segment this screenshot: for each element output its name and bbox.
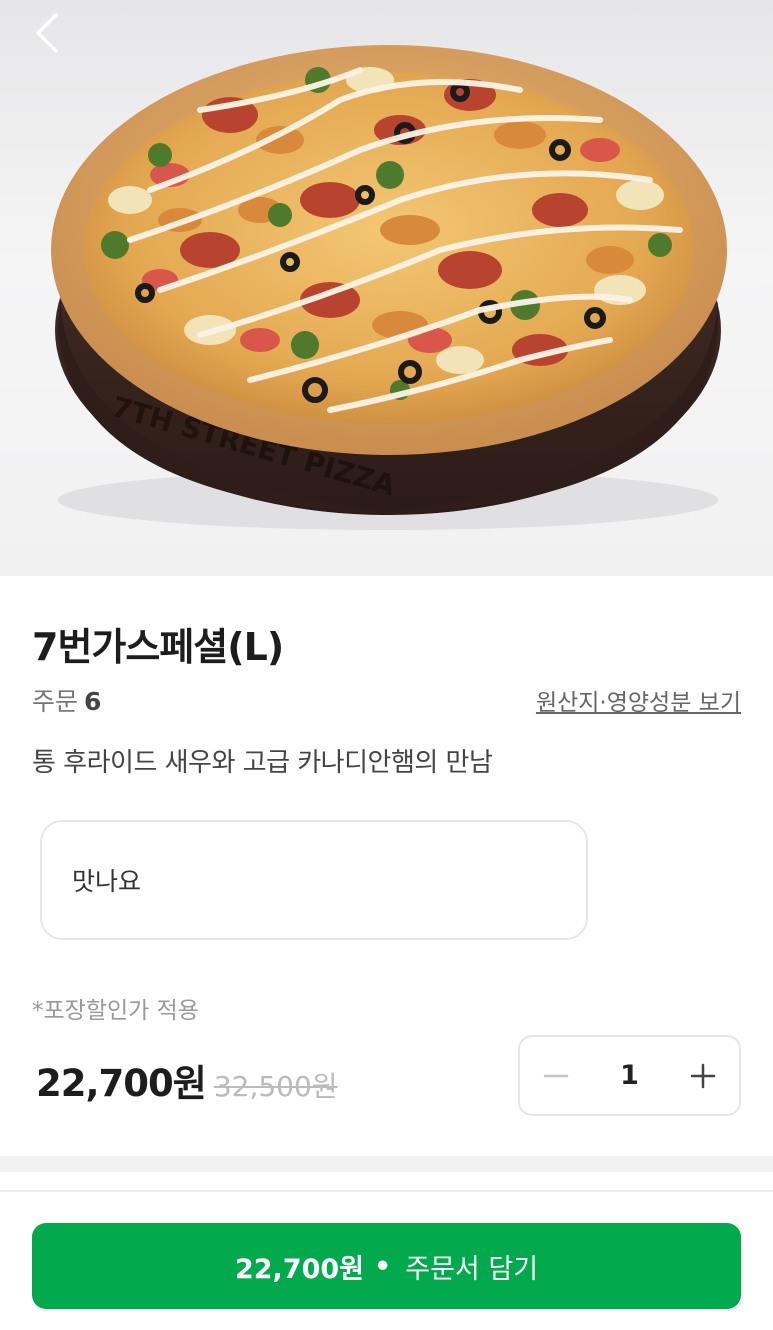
cart-button-price: 22,700원 bbox=[234, 1253, 364, 1285]
chevron-left-icon bbox=[36, 13, 58, 53]
current-price: 22,700원 bbox=[36, 1062, 207, 1105]
original-price: 32,500원 bbox=[213, 1070, 338, 1103]
cart-button-label: 주문서 담기 bbox=[405, 1253, 539, 1285]
increase-quantity-button[interactable] bbox=[667, 1037, 739, 1114]
minus-icon bbox=[543, 1074, 569, 1077]
back-button[interactable] bbox=[22, 8, 72, 58]
product-image-area: 7TH STREET PIZZA bbox=[0, 0, 773, 576]
cart-button-separator: • bbox=[373, 1250, 392, 1282]
bottom-bar-border bbox=[0, 1190, 773, 1192]
product-title: 7번가스페셜(L) bbox=[32, 625, 284, 669]
origin-nutrition-link[interactable]: 원산지·영양성분 보기 bbox=[536, 683, 741, 717]
order-count: 주문 6 bbox=[32, 682, 101, 718]
section-divider bbox=[0, 1156, 773, 1172]
plus-icon bbox=[690, 1063, 716, 1088]
product-description: 통 후라이드 새우와 고급 카나디안햄의 만남 bbox=[32, 748, 493, 778]
discount-note: *포장할인가 적용 bbox=[32, 998, 199, 1024]
add-to-order-button[interactable]: 22,700원 • 주문서 담기 bbox=[32, 1223, 741, 1309]
review-card: 맛나요 bbox=[40, 820, 588, 940]
quantity-value: 1 bbox=[620, 1060, 639, 1091]
decrease-quantity-button[interactable] bbox=[520, 1037, 592, 1114]
pizza-image: 7TH STREET PIZZA bbox=[51, 45, 727, 530]
order-count-label: 주문 bbox=[32, 687, 79, 716]
quantity-stepper: 1 bbox=[518, 1035, 741, 1116]
order-count-value: 6 bbox=[84, 687, 102, 716]
price-row: 22,700원 32,500원 bbox=[36, 1053, 338, 1107]
review-text: 맛나요 bbox=[72, 867, 142, 896]
